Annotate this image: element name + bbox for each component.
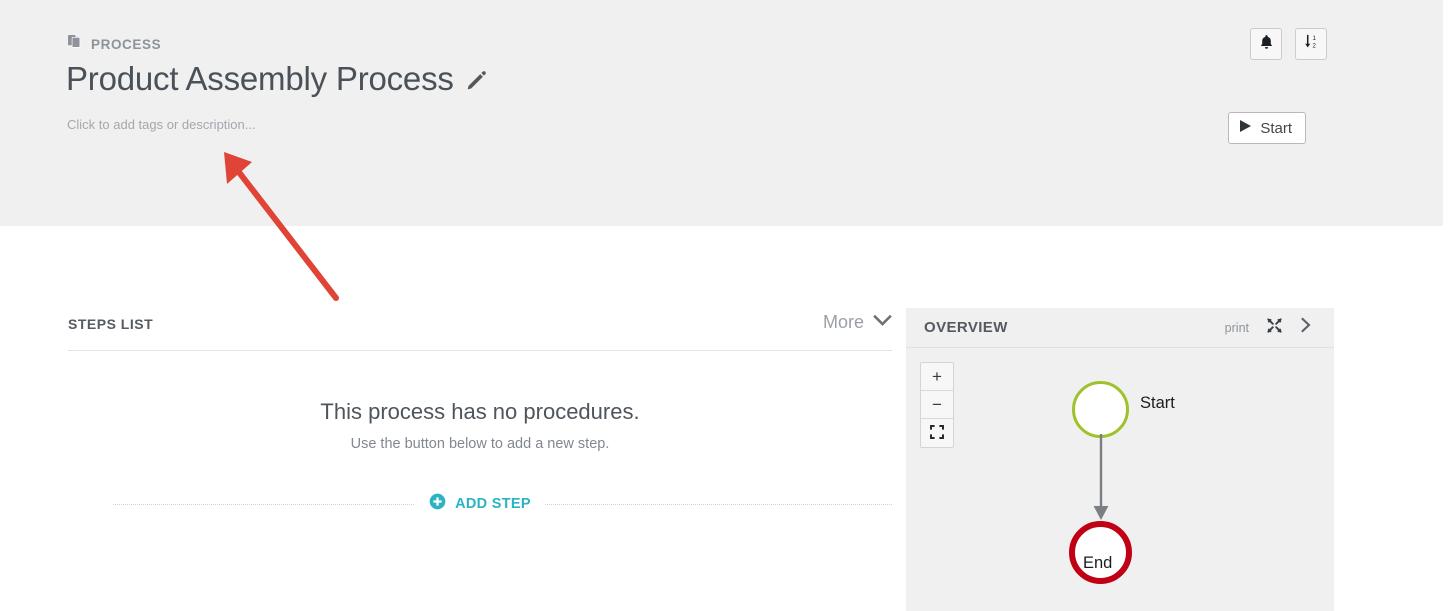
notifications-button[interactable] (1250, 28, 1282, 60)
empty-state-title: This process has no procedures. (320, 399, 640, 424)
add-step-button[interactable]: ADD STEP (415, 491, 545, 517)
page-title: Product Assembly Process (66, 60, 454, 97)
sort-numeric-down-icon: 1 2 (1303, 33, 1320, 55)
expand-arrows-icon[interactable] (1267, 317, 1282, 338)
zoom-in-button[interactable]: + (921, 363, 953, 391)
chevron-right-icon[interactable] (1300, 317, 1312, 338)
svg-text:1: 1 (1312, 36, 1316, 42)
header-actions: 1 2 (1250, 28, 1327, 60)
fit-to-screen-icon (930, 424, 944, 442)
zoom-out-button[interactable]: − (921, 391, 953, 419)
breadcrumb: PROCESS (68, 34, 161, 54)
more-dropdown[interactable]: More (823, 312, 892, 333)
print-button[interactable]: print (1225, 321, 1249, 335)
start-button[interactable]: Start (1228, 112, 1306, 144)
steps-list-header: STEPS LIST More (68, 312, 892, 351)
steps-list-panel: STEPS LIST More This process has no proc… (68, 312, 892, 518)
start-button-label: Start (1260, 119, 1292, 137)
pencil-icon[interactable] (466, 70, 487, 96)
add-step-row: ADD STEP (68, 490, 892, 518)
diagram-node-end-label: End (1083, 554, 1113, 572)
diagram-node-end[interactable] (1069, 521, 1132, 584)
diagram-node-start-label: Start (1140, 394, 1175, 412)
more-label: More (822, 312, 864, 332)
empty-state: This process has no procedures. Use the … (68, 351, 892, 452)
steps-list-title: STEPS LIST (68, 316, 154, 332)
diagram-node-start[interactable] (1072, 381, 1129, 438)
fit-to-screen-button[interactable] (921, 419, 953, 447)
title-row: Product Assembly Process (66, 57, 487, 101)
diagram-zoom-controls: + − (920, 362, 954, 448)
page-header: PROCESS Product Assembly Process Click t… (0, 0, 1443, 226)
diagram-edge-start-to-end (1093, 434, 1109, 520)
bell-icon (1259, 34, 1274, 55)
overview-header: OVERVIEW print (906, 308, 1334, 348)
copy-documents-icon (68, 34, 83, 54)
description-placeholder[interactable]: Click to add tags or description... (67, 117, 256, 132)
empty-state-subtitle: Use the button below to add a new step. (350, 436, 610, 452)
play-icon (1239, 119, 1252, 138)
overview-title: OVERVIEW (924, 319, 1008, 336)
sort-button[interactable]: 1 2 (1295, 28, 1327, 60)
overview-actions: print (1225, 317, 1312, 338)
svg-text:2: 2 (1312, 44, 1316, 50)
app-root: PROCESS Product Assembly Process Click t… (0, 0, 1450, 611)
chevron-down-icon (873, 314, 892, 332)
breadcrumb-label: PROCESS (91, 36, 162, 52)
add-step-label: ADD STEP (455, 496, 531, 512)
plus-circle-icon (429, 493, 446, 515)
